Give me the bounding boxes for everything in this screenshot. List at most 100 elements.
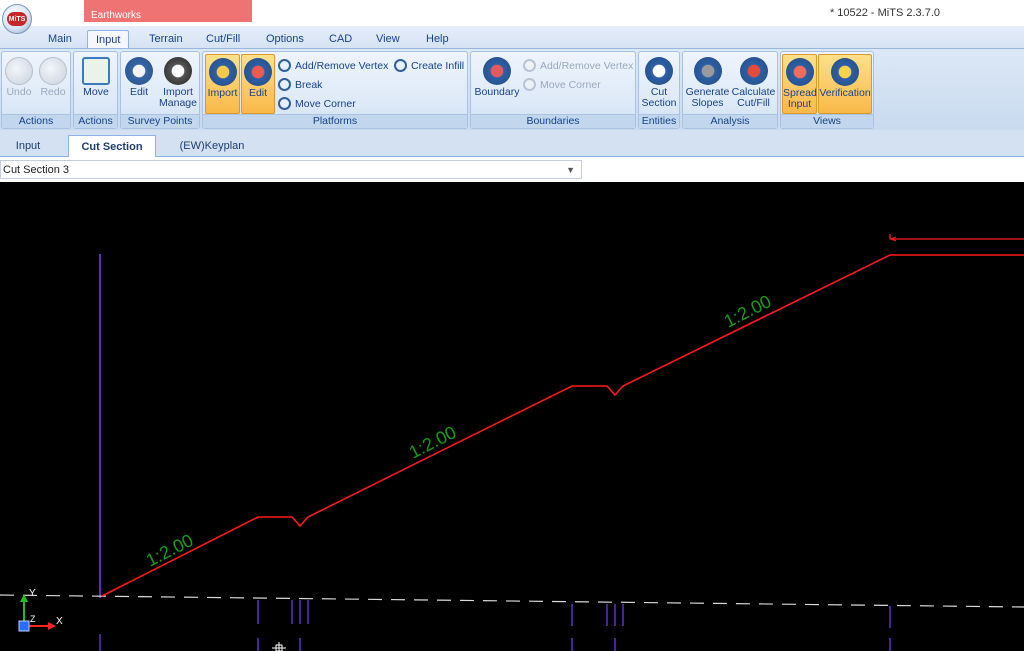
group-label-survey-points: Survey Points: [121, 114, 199, 128]
spread-input-button[interactable]: Spread Input: [782, 54, 817, 114]
document-tabs: Input Cut Section (EW)Keyplan: [0, 130, 1024, 157]
tab-cut-fill[interactable]: Cut/Fill: [198, 30, 248, 48]
window-title: * 10522 - MiTS 2.3.7.0: [829, 7, 940, 19]
boundary-add-remove-vertex-button[interactable]: Add/Remove Vertex: [523, 57, 633, 74]
break-button[interactable]: Break: [278, 76, 322, 93]
calculate-icon: [739, 57, 768, 85]
undo-button[interactable]: Undo: [3, 54, 35, 114]
verification-button[interactable]: Verification: [818, 54, 872, 114]
platform-edit-button[interactable]: Edit: [241, 54, 275, 114]
group-label-entities: Entities: [639, 114, 679, 128]
doc-tab-input[interactable]: Input: [0, 135, 56, 157]
ground-line: [0, 594, 1024, 608]
title-bar: Earthworks * 10522 - MiTS 2.3.7.0: [0, 0, 1024, 26]
boundary-move-corner-button[interactable]: Move Corner: [523, 76, 601, 93]
doc-tab-keyplan[interactable]: (EW)Keyplan: [170, 135, 254, 157]
import-manage-button[interactable]: Import Manage: [157, 54, 199, 114]
add-remove-vertex-button[interactable]: Add/Remove Vertex: [278, 57, 388, 74]
x-axis-label: X: [56, 616, 63, 627]
grade-ticks: [99, 600, 891, 651]
spreadsheet-icon: [785, 58, 814, 86]
tab-cad[interactable]: CAD: [321, 30, 360, 48]
calculate-cut-fill-button[interactable]: Calculate Cut/Fill: [731, 54, 776, 114]
cad-canvas[interactable]: 1:2.00 1:2.00 1:2.00 Y X Z: [0, 182, 1024, 651]
context-tab-earthworks[interactable]: Earthworks: [84, 0, 252, 22]
move-icon: [82, 57, 110, 85]
crosshair-cursor-icon: [272, 642, 286, 651]
infill-icon: [394, 59, 407, 72]
tab-main[interactable]: Main: [40, 30, 80, 48]
group-boundaries: Boundary Add/Remove Vertex Move Corner B…: [470, 51, 636, 129]
y-axis-label: Y: [29, 588, 36, 599]
create-infill-button[interactable]: Create Infill: [394, 57, 464, 74]
tab-terrain[interactable]: Terrain: [141, 30, 191, 48]
ribbon: Undo Redo Actions Move Actions Edit Impo…: [0, 48, 1024, 130]
group-actions-move: Move Actions: [73, 51, 118, 129]
tab-options[interactable]: Options: [258, 30, 312, 48]
generate-slopes-label-2: Slopes: [691, 97, 724, 109]
move-corner-button[interactable]: Move Corner: [278, 95, 356, 112]
section-profile-offset: [889, 234, 1024, 240]
import-icon: [208, 58, 237, 86]
slope-label: 1:2.00: [406, 422, 460, 463]
group-platforms: Import Edit Add/Remove Vertex Break Move…: [202, 51, 468, 129]
add-remove-vertex-label: Add/Remove Vertex: [295, 59, 389, 72]
tab-help[interactable]: Help: [418, 30, 457, 48]
redo-label: Redo: [40, 86, 66, 98]
slope-label: 1:2.00: [143, 530, 197, 571]
create-infill-label: Create Infill: [411, 59, 465, 72]
cut-section-dropdown-value: Cut Section 3: [3, 164, 70, 176]
tab-input[interactable]: Input: [87, 30, 130, 48]
edit-icon: [244, 58, 272, 86]
section-selector-row: Cut Section 3 ▼: [0, 158, 1024, 182]
ribbon-tab-strip: Main Input Terrain Cut/Fill Options CAD …: [0, 26, 1024, 48]
group-label-boundaries: Boundaries: [471, 114, 635, 128]
group-label-actions: Actions: [2, 114, 70, 128]
group-views: Spread Input Verification Views: [780, 51, 874, 129]
platform-import-button[interactable]: Import: [205, 54, 240, 114]
move-corner-label: Move Corner: [295, 97, 356, 110]
cut-section-dropdown[interactable]: Cut Section 3 ▼: [0, 160, 582, 179]
group-survey-points: Edit Import Manage Survey Points: [120, 51, 200, 129]
survey-edit-button[interactable]: Edit: [123, 54, 155, 114]
tools-icon: [164, 57, 192, 85]
doc-tab-cut-section[interactable]: Cut Section: [68, 135, 156, 157]
break-icon: [278, 78, 291, 91]
tab-view[interactable]: View: [368, 30, 408, 48]
boundary-button[interactable]: Boundary: [473, 54, 521, 114]
chevron-down-icon: ▼: [566, 165, 575, 175]
section-drawing: 1:2.00 1:2.00 1:2.00 Y X Z: [0, 234, 1024, 651]
section-profile: [101, 254, 1024, 597]
platform-import-label: Import: [207, 87, 238, 99]
group-entities: Cut Section Entities: [638, 51, 680, 129]
boundary-move-corner-label: Move Corner: [540, 78, 601, 91]
move-button[interactable]: Move: [76, 54, 116, 114]
redo-button[interactable]: Redo: [37, 54, 69, 114]
survey-edit-label: Edit: [129, 86, 149, 98]
boundary-icon: [483, 57, 511, 85]
group-label-actions-2: Actions: [74, 114, 117, 128]
vertex-icon: [523, 59, 536, 72]
group-actions-undo: Undo Redo Actions: [1, 51, 71, 129]
import-manage-label-2: Manage: [159, 97, 197, 109]
generate-slopes-button[interactable]: Generate Slopes: [685, 54, 730, 114]
ucs-axis-icon: Y X Z: [18, 588, 63, 632]
group-label-platforms: Platforms: [203, 114, 467, 128]
boundary-label: Boundary: [474, 86, 520, 98]
calculate-cut-fill-label-2: Cut/Fill: [737, 97, 770, 109]
z-axis-label: Z: [30, 614, 36, 624]
group-label-analysis: Analysis: [683, 114, 777, 128]
undo-icon: [5, 57, 33, 85]
cut-section-label-2: Section: [641, 97, 677, 109]
undo-label: Undo: [6, 86, 32, 98]
move-label: Move: [83, 86, 109, 98]
cut-section-button[interactable]: Cut Section: [640, 54, 678, 114]
verification-label: Verification: [819, 87, 871, 99]
move-corner-icon: [523, 78, 536, 91]
break-label: Break: [295, 78, 323, 91]
app-menu-button[interactable]: MiTS: [2, 4, 32, 34]
group-label-views: Views: [781, 114, 873, 128]
vertex-icon: [278, 59, 291, 72]
cut-section-icon: [645, 57, 673, 85]
spread-input-label-2: Input: [787, 98, 812, 110]
